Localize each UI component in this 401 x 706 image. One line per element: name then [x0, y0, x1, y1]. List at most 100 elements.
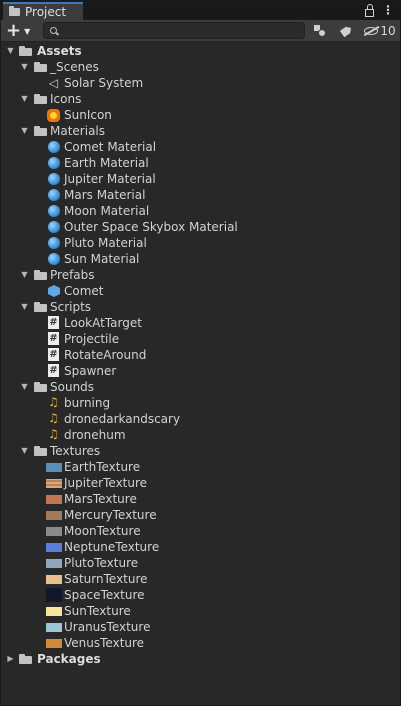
tree-item-material[interactable]: Sun Material	[1, 251, 400, 267]
folder-icon	[34, 269, 47, 281]
chevron-down-icon[interactable]: ▼	[6, 43, 15, 59]
tree-item-texture[interactable]: MoonTexture	[1, 523, 400, 539]
tree-item-texture[interactable]: MarsTexture	[1, 491, 400, 507]
tree-folder-scripts[interactable]: ▼ Scripts	[1, 299, 400, 315]
unity-scene-icon: ◁	[48, 76, 59, 90]
tree-item-sound[interactable]: ♫ burning	[1, 395, 400, 411]
tree-item-texture[interactable]: VenusTexture	[1, 635, 400, 651]
tree-item-sunicon[interactable]: SunIcon	[1, 107, 400, 123]
tree-label: EarthTexture	[64, 460, 141, 474]
folder-icon	[34, 125, 47, 137]
texture-thumbnail-icon	[46, 588, 62, 602]
tree-item-material[interactable]: Comet Material	[1, 139, 400, 155]
filter-by-type-button[interactable]	[309, 22, 331, 40]
hidden-packages-count: 10	[380, 24, 396, 38]
tree-label: dronedarkandscary	[64, 412, 181, 426]
tree-item-material[interactable]: Moon Material	[1, 203, 400, 219]
lock-icon[interactable]	[365, 4, 374, 17]
tree-folder-icons[interactable]: ▼ Icons	[1, 91, 400, 107]
chevron-right-icon[interactable]: ▶	[6, 651, 15, 667]
tree-label: Sun Material	[64, 252, 140, 266]
tree-item-texture[interactable]: UranusTexture	[1, 619, 400, 635]
tree-item-script[interactable]: # LookAtTarget	[1, 315, 400, 331]
tree-label: LookAtTarget	[64, 316, 142, 330]
tree-label: Prefabs	[50, 268, 95, 282]
tree-folder-packages[interactable]: ▶ Packages	[1, 651, 400, 667]
tree-item-material[interactable]: Pluto Material	[1, 235, 400, 251]
chevron-down-icon[interactable]: ▼	[20, 267, 29, 283]
plus-icon: +	[6, 20, 22, 41]
tree-item-material[interactable]: Earth Material	[1, 155, 400, 171]
tree-item-texture[interactable]: NeptuneTexture	[1, 539, 400, 555]
tree-item-scene[interactable]: ◁ Solar System	[1, 75, 400, 91]
material-icon	[48, 173, 60, 185]
tree-label: Assets	[37, 44, 82, 58]
search-icon	[50, 27, 57, 34]
tab-project[interactable]: Project	[3, 2, 83, 20]
tree-folder-assets[interactable]: ▼ Assets	[1, 43, 400, 59]
chevron-down-icon[interactable]: ▼	[20, 123, 29, 139]
tab-bar: Project ⋮	[1, 1, 400, 20]
tree-item-sound[interactable]: ♫ dronedarkandscary	[1, 411, 400, 427]
tree-folder-textures[interactable]: ▼ Textures	[1, 443, 400, 459]
tree-folder-materials[interactable]: ▼ Materials	[1, 123, 400, 139]
texture-thumbnail-icon	[46, 527, 62, 536]
texture-thumbnail-icon	[46, 479, 62, 488]
tree-label: Spawner	[64, 364, 117, 378]
folder-icon	[34, 61, 47, 73]
tree-label: Projectile	[64, 332, 120, 346]
tree-label: Moon Material	[64, 204, 150, 218]
tree-item-material[interactable]: Jupiter Material	[1, 171, 400, 187]
create-asset-button[interactable]: + ▼	[6, 22, 36, 40]
chevron-down-icon[interactable]: ▼	[20, 379, 29, 395]
tree-label: Sounds	[50, 380, 95, 394]
tree-item-texture[interactable]: SunTexture	[1, 603, 400, 619]
texture-thumbnail-icon	[46, 463, 62, 472]
audio-clip-icon: ♫	[48, 411, 59, 425]
tree-label: _Scenes	[50, 60, 99, 74]
tree-item-texture[interactable]: MercuryTexture	[1, 507, 400, 523]
tree-item-material[interactable]: Outer Space Skybox Material	[1, 219, 400, 235]
chevron-down-icon[interactable]: ▼	[20, 299, 29, 315]
tree-item-material[interactable]: Mars Material	[1, 187, 400, 203]
tree-folder-sounds[interactable]: ▼ Sounds	[1, 379, 400, 395]
tree-label: Comet Material	[64, 140, 157, 154]
tree-label: RotateAround	[64, 348, 147, 362]
tree-item-texture[interactable]: SpaceTexture	[1, 587, 400, 603]
tree-folder-prefabs[interactable]: ▼ Prefabs	[1, 267, 400, 283]
material-icon	[48, 205, 60, 217]
texture-thumbnail-icon	[46, 575, 62, 584]
tree-item-script[interactable]: # Spawner	[1, 363, 400, 379]
texture-thumbnail-icon	[46, 607, 62, 616]
tree-label: Icons	[50, 92, 82, 106]
tree-item-sound[interactable]: ♫ dronehum	[1, 427, 400, 443]
hidden-packages-button[interactable]: 10	[361, 22, 399, 40]
folder-icon	[34, 93, 47, 105]
kebab-menu-icon[interactable]: ⋮	[382, 3, 394, 17]
tree-label: Outer Space Skybox Material	[64, 220, 238, 234]
tree-item-texture[interactable]: EarthTexture	[1, 459, 400, 475]
search-input[interactable]	[63, 24, 293, 37]
tree-item-prefab[interactable]: Comet	[1, 283, 400, 299]
texture-thumbnail-icon	[46, 639, 62, 648]
filter-by-label-button[interactable]	[335, 22, 357, 40]
tree-item-script[interactable]: # Projectile	[1, 331, 400, 347]
material-icon	[48, 141, 60, 153]
project-tree: ▼ Assets ▼ _Scenes ◁ Solar System ▼ Icon…	[1, 43, 400, 667]
folder-icon	[9, 6, 20, 16]
tree-label: SpaceTexture	[64, 588, 145, 602]
tree-item-texture[interactable]: JupiterTexture	[1, 475, 400, 491]
csharp-script-icon: #	[48, 316, 59, 329]
folder-icon	[19, 45, 32, 57]
tree-item-script[interactable]: # RotateAround	[1, 347, 400, 363]
tree-label: Materials	[50, 124, 106, 138]
chevron-down-icon[interactable]: ▼	[20, 443, 29, 459]
tree-item-texture[interactable]: PlutoTexture	[1, 555, 400, 571]
material-icon	[48, 221, 60, 233]
search-field[interactable]	[43, 22, 305, 39]
filter-by-type-icon	[314, 25, 326, 37]
tree-item-texture[interactable]: SaturnTexture	[1, 571, 400, 587]
tree-folder-scenes[interactable]: ▼ _Scenes	[1, 59, 400, 75]
chevron-down-icon[interactable]: ▼	[20, 59, 29, 75]
chevron-down-icon[interactable]: ▼	[20, 91, 29, 107]
